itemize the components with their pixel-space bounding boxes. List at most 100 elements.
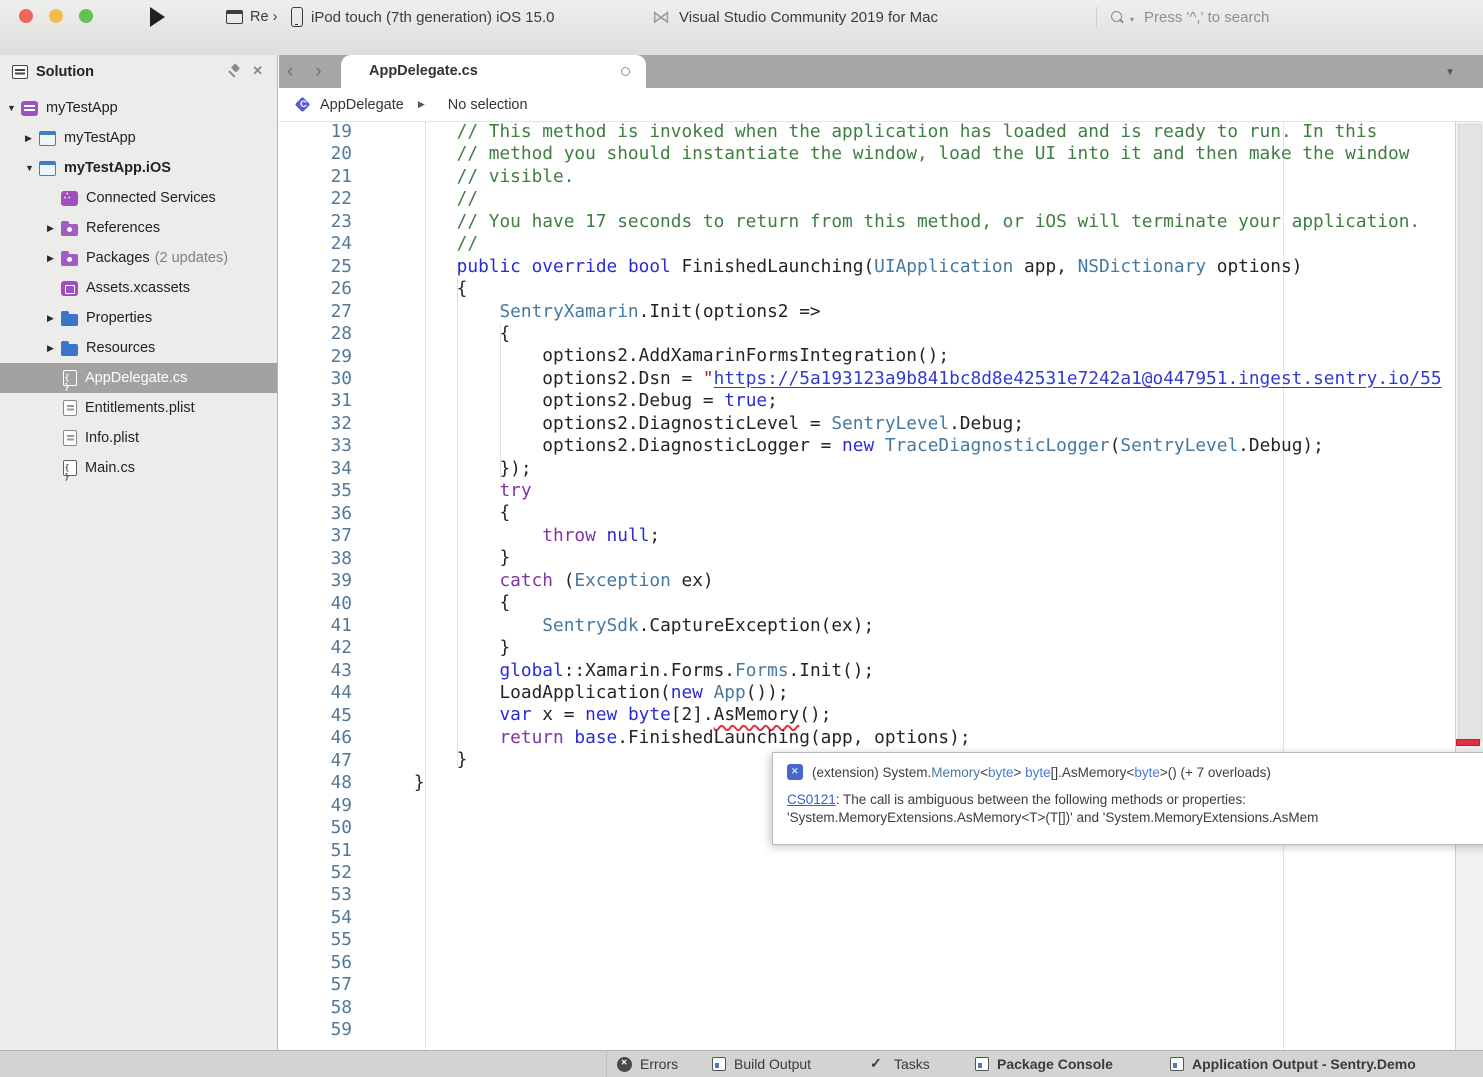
minimize-window-button[interactable]	[49, 9, 63, 23]
tree-item-mytestapp[interactable]: ▶myTestApp	[0, 123, 277, 153]
code-line-41[interactable]: SentrySdk.CaptureException(ex);	[371, 615, 1442, 637]
code-line-25[interactable]: public override bool FinishedLaunching(U…	[371, 256, 1442, 278]
code-line-56[interactable]	[371, 951, 1442, 973]
line-number[interactable]: 37	[279, 525, 352, 547]
code-line-30[interactable]: options2.Dsn = "https://5a193123a9b841bc…	[371, 368, 1442, 390]
line-number[interactable]: 36	[279, 503, 352, 525]
tree-item-packages[interactable]: ▶Packages(2 updates)	[0, 243, 277, 273]
disclosure-closed-icon[interactable]: ▶	[24, 133, 39, 144]
status-item-build-output[interactable]: Build Output	[712, 1051, 811, 1077]
tree-item-mytestapp[interactable]: ▼myTestApp	[0, 93, 277, 123]
code-line-57[interactable]	[371, 974, 1442, 996]
line-number[interactable]: 21	[279, 166, 352, 188]
status-item-tasks[interactable]: Tasks	[870, 1051, 930, 1077]
tree-item-resources[interactable]: ▶Resources	[0, 333, 277, 363]
tree-item-info-plist[interactable]: Info.plist	[0, 423, 277, 453]
line-number[interactable]: 19	[279, 122, 352, 143]
code-line-45[interactable]: var x = new byte[2].AsMemory();	[371, 704, 1442, 726]
disclosure-open-icon[interactable]: ▼	[24, 163, 39, 173]
close-window-button[interactable]	[19, 9, 33, 23]
line-number[interactable]: 30	[279, 368, 352, 390]
code-line-52[interactable]	[371, 861, 1442, 883]
error-squiggle-text[interactable]: AsMemory	[714, 704, 800, 725]
line-number[interactable]: 27	[279, 301, 352, 323]
line-number[interactable]: 46	[279, 727, 352, 749]
build-configuration-selector[interactable]: Re ›	[226, 5, 277, 29]
code-line-27[interactable]: SentryXamarin.Init(options2 =>	[371, 301, 1442, 323]
status-item-package-console[interactable]: Package Console	[975, 1051, 1113, 1077]
line-number[interactable]: 48	[279, 772, 352, 794]
line-number[interactable]: 29	[279, 346, 352, 368]
line-number[interactable]: 20	[279, 143, 352, 165]
code-line-40[interactable]: {	[371, 592, 1442, 614]
code-line-43[interactable]: global::Xamarin.Forms.Forms.Init();	[371, 660, 1442, 682]
line-number[interactable]: 55	[279, 929, 352, 951]
error-code-link[interactable]: CS0121	[787, 792, 836, 807]
code-line-21[interactable]: // visible.	[371, 166, 1442, 188]
code-line-24[interactable]: //	[371, 233, 1442, 255]
code-line-26[interactable]: {	[371, 278, 1442, 300]
tree-item-assets-xcassets[interactable]: Assets.xcassets	[0, 273, 277, 303]
code-line-36[interactable]: {	[371, 502, 1442, 524]
disclosure-closed-icon[interactable]: ▶	[46, 223, 61, 234]
code-line-54[interactable]	[371, 906, 1442, 928]
line-number[interactable]: 56	[279, 952, 352, 974]
line-number[interactable]: 35	[279, 480, 352, 502]
tree-item-properties[interactable]: ▶Properties	[0, 303, 277, 333]
code-line-34[interactable]: });	[371, 458, 1442, 480]
line-number[interactable]: 22	[279, 188, 352, 210]
close-icon[interactable]: ✕	[252, 64, 263, 77]
line-number[interactable]: 39	[279, 570, 352, 592]
tree-item-main-cs[interactable]: Main.cs	[0, 453, 277, 483]
tree-item-entitlements-plist[interactable]: Entitlements.plist	[0, 393, 277, 423]
line-number[interactable]: 32	[279, 413, 352, 435]
line-number[interactable]: 41	[279, 615, 352, 637]
tree-item-connected-services[interactable]: Connected Services	[0, 183, 277, 213]
code-line-58[interactable]	[371, 996, 1442, 1018]
line-number[interactable]: 45	[279, 705, 352, 727]
status-item-errors[interactable]: Errors	[617, 1051, 678, 1077]
line-number[interactable]: 23	[279, 211, 352, 233]
tab-modified-icon[interactable]	[621, 67, 630, 76]
code-line-55[interactable]	[371, 929, 1442, 951]
line-number[interactable]: 44	[279, 682, 352, 704]
line-number[interactable]: 34	[279, 458, 352, 480]
code-line-37[interactable]: throw null;	[371, 525, 1442, 547]
run-button[interactable]	[150, 7, 165, 27]
line-number[interactable]: 38	[279, 548, 352, 570]
tree-item-appdelegate-cs[interactable]: AppDelegate.cs	[0, 363, 277, 393]
zoom-window-button[interactable]	[79, 9, 93, 23]
global-search-field[interactable]: ▾ Press '^,' to search	[1110, 4, 1269, 30]
scrollbar-error-marker[interactable]	[1456, 739, 1480, 746]
line-number[interactable]: 42	[279, 637, 352, 659]
code-line-32[interactable]: options2.DiagnosticLevel = SentryLevel.D…	[371, 413, 1442, 435]
tree-item-mytestapp-ios[interactable]: ▼myTestApp.iOS	[0, 153, 277, 183]
code-line-39[interactable]: catch (Exception ex)	[371, 570, 1442, 592]
code-editor[interactable]: 1920212223242526272829303132333435363738…	[279, 122, 1483, 1050]
line-number-gutter[interactable]: 1920212223242526272829303132333435363738…	[279, 122, 352, 1042]
disclosure-open-icon[interactable]: ▼	[6, 103, 21, 113]
line-number[interactable]: 51	[279, 840, 352, 862]
line-number[interactable]: 24	[279, 233, 352, 255]
line-number[interactable]: 49	[279, 795, 352, 817]
code-line-19[interactable]: // This method is invoked when the appli…	[371, 122, 1442, 143]
line-number[interactable]: 26	[279, 278, 352, 300]
tab-list-dropdown-icon[interactable]: ▼	[1445, 67, 1455, 78]
code-line-29[interactable]: options2.AddXamarinFormsIntegration();	[371, 345, 1442, 367]
navigate-back-button[interactable]: ‹	[287, 57, 293, 87]
tab-appdelegate[interactable]: AppDelegate.cs	[341, 55, 646, 88]
tree-item-references[interactable]: ▶References	[0, 213, 277, 243]
dsn-url-link[interactable]: https://5a193123a9b841bc8d8e42531e7242a1…	[714, 368, 1442, 389]
code-line-46[interactable]: return base.FinishedLaunching(app, optio…	[371, 727, 1442, 749]
code-line-38[interactable]: }	[371, 547, 1442, 569]
code-line-59[interactable]	[371, 1019, 1442, 1041]
breadcrumb-selection[interactable]: No selection	[448, 97, 528, 113]
disclosure-closed-icon[interactable]: ▶	[46, 253, 61, 264]
status-item-application-output[interactable]: Application Output - Sentry.Demo	[1170, 1051, 1416, 1077]
code-line-44[interactable]: LoadApplication(new App());	[371, 682, 1442, 704]
line-number[interactable]: 25	[279, 256, 352, 278]
line-number[interactable]: 33	[279, 435, 352, 457]
disclosure-closed-icon[interactable]: ▶	[46, 313, 61, 324]
line-number[interactable]: 40	[279, 593, 352, 615]
code-line-20[interactable]: // method you should instantiate the win…	[371, 143, 1442, 165]
